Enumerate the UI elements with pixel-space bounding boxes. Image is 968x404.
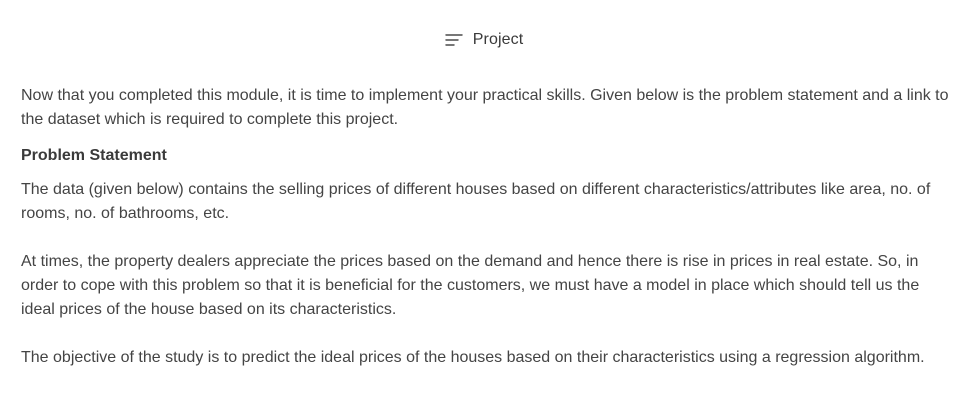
objective-paragraph: The objective of the study is to predict… <box>21 349 925 366</box>
problem-context-paragraph: At times, the property dealers appreciat… <box>21 253 920 318</box>
page-title: Project <box>472 31 524 48</box>
menu-lines-icon[interactable] <box>445 33 463 47</box>
problem-statement-heading: Problem Statement <box>21 147 167 164</box>
intro-paragraph: Now that you completed this module, it i… <box>21 87 949 128</box>
page-header: Project <box>0 28 968 52</box>
data-description-paragraph: The data (given below) contains the sell… <box>21 181 931 222</box>
project-content: Now that you completed this module, it i… <box>21 84 951 382</box>
